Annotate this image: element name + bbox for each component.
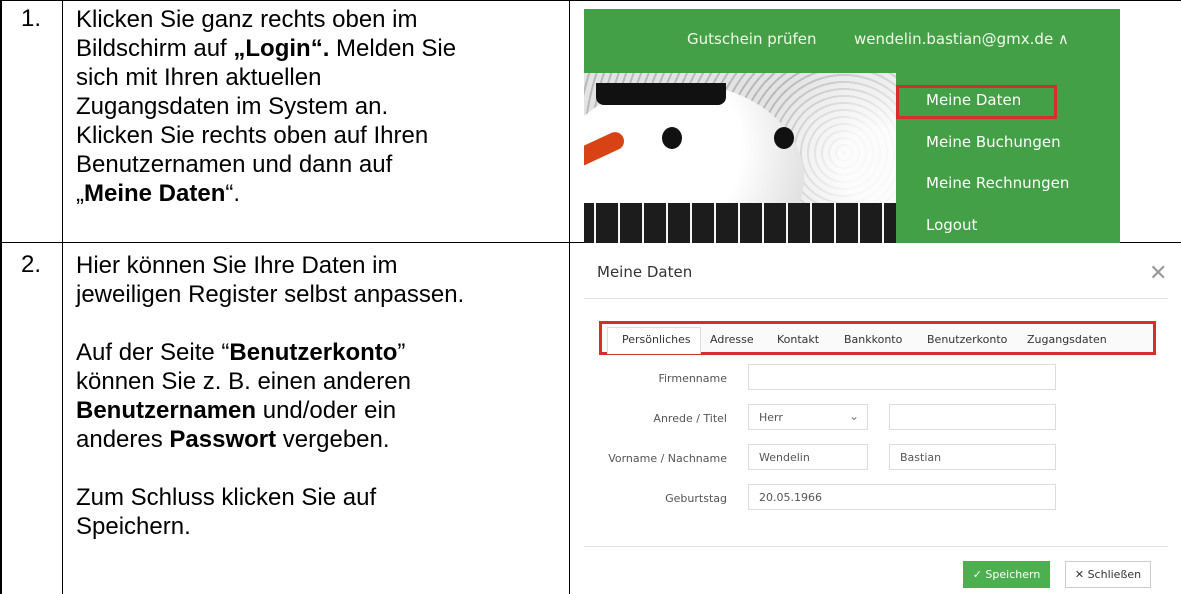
screenshot-user-menu: Gutschein prüfen wendelin.bastian@gmx.de… (584, 9, 1120, 243)
text-line: Bildschirm auf „Login“. Melden Sie (76, 35, 457, 62)
text-line: Speichern. (76, 513, 191, 540)
snowman-scarf (584, 203, 904, 243)
nav-user-menu[interactable]: wendelin.bastian@gmx.de ∧ (854, 30, 1069, 48)
label-geburtstag: Geburtstag (665, 492, 727, 505)
birthday-field[interactable]: 20.05.1966 (748, 484, 1056, 510)
snowman-eye (774, 127, 794, 149)
modal-header-divider (584, 298, 1168, 299)
step-number-2: 2. (20, 251, 41, 278)
menu-item-logout[interactable]: Logout (926, 216, 977, 234)
snowman-hat (596, 83, 726, 105)
text-line: Auf der Seite “Benutzerkonto” (76, 339, 406, 366)
nav-voucher-link[interactable]: Gutschein prüfen (687, 30, 816, 48)
tab-bar: Persönliches Adresse Kontakt Bankkonto B… (599, 321, 1156, 355)
table-column-divider-2 (569, 0, 570, 594)
menu-item-meine-rechnungen[interactable]: Meine Rechnungen (926, 174, 1069, 192)
salutation-select[interactable]: Herr ⌄ (748, 404, 868, 430)
table-border-top (0, 0, 1181, 1)
text-line: Hier können Sie Ihre Daten im (76, 252, 398, 279)
first-name-field[interactable]: Wendelin (748, 444, 868, 470)
text-line: können Sie z. B. einen anderen (76, 368, 411, 395)
highlight-box-meine-daten (896, 85, 1057, 119)
text-line: jeweiligen Register selbst anpassen. (76, 281, 465, 308)
text-line: anderes Passwort vergeben. (76, 426, 390, 453)
tab-kontakt[interactable]: Kontakt (777, 333, 819, 346)
close-button[interactable]: ✕ Schließen (1065, 561, 1151, 588)
label-anrede-titel: Anrede / Titel (653, 412, 727, 425)
snowman-nose (584, 129, 627, 171)
close-icon[interactable]: ✕ (1149, 260, 1167, 286)
tab-benutzerkonto[interactable]: Benutzerkonto (927, 333, 1007, 346)
company-name-field[interactable] (748, 364, 1056, 390)
tab-adresse[interactable]: Adresse (710, 333, 754, 346)
text-line: Klicken Sie ganz rechts oben im (76, 6, 418, 33)
step-text-2: Hier können Sie Ihre Daten im jeweiligen… (76, 251, 566, 541)
text-line: Benutzernamen und/oder ein (76, 397, 397, 424)
text-line: Klicken Sie rechts oben auf Ihren (76, 122, 429, 149)
last-name-field[interactable]: Bastian (889, 444, 1056, 470)
step-text-1: Klicken Sie ganz rechts oben im Bildschi… (76, 5, 566, 208)
label-vorname-nachname: Vorname / Nachname (608, 452, 727, 465)
tab-persoenliches[interactable]: Persönliches (622, 333, 691, 346)
text-line: Zugangsdaten im System an. (76, 93, 389, 120)
text-line: sich mit Ihren aktuellen (76, 64, 322, 91)
text-line: Benutzernamen und dann auf (76, 151, 393, 178)
text-line: „Meine Daten“. (76, 180, 241, 207)
salutation-value: Herr (759, 411, 783, 424)
modal-footer-divider (584, 546, 1168, 547)
title-field[interactable] (889, 404, 1056, 430)
tab-bankkonto[interactable]: Bankkonto (844, 333, 902, 346)
modal-title: Meine Daten (597, 263, 693, 281)
tab-zugangsdaten[interactable]: Zugangsdaten (1027, 333, 1107, 346)
chevron-down-icon: ⌄ (848, 409, 859, 423)
save-button[interactable]: ✓ Speichern (963, 561, 1050, 588)
text-line: Zum Schluss klicken Sie auf (76, 484, 377, 511)
label-firmenname: Firmenname (658, 372, 727, 385)
table-column-divider-1 (62, 0, 63, 594)
snowman-eye (662, 127, 682, 149)
step-number-1: 1. (20, 5, 41, 32)
table-border-left (0, 0, 2, 594)
menu-item-meine-buchungen[interactable]: Meine Buchungen (926, 133, 1061, 151)
